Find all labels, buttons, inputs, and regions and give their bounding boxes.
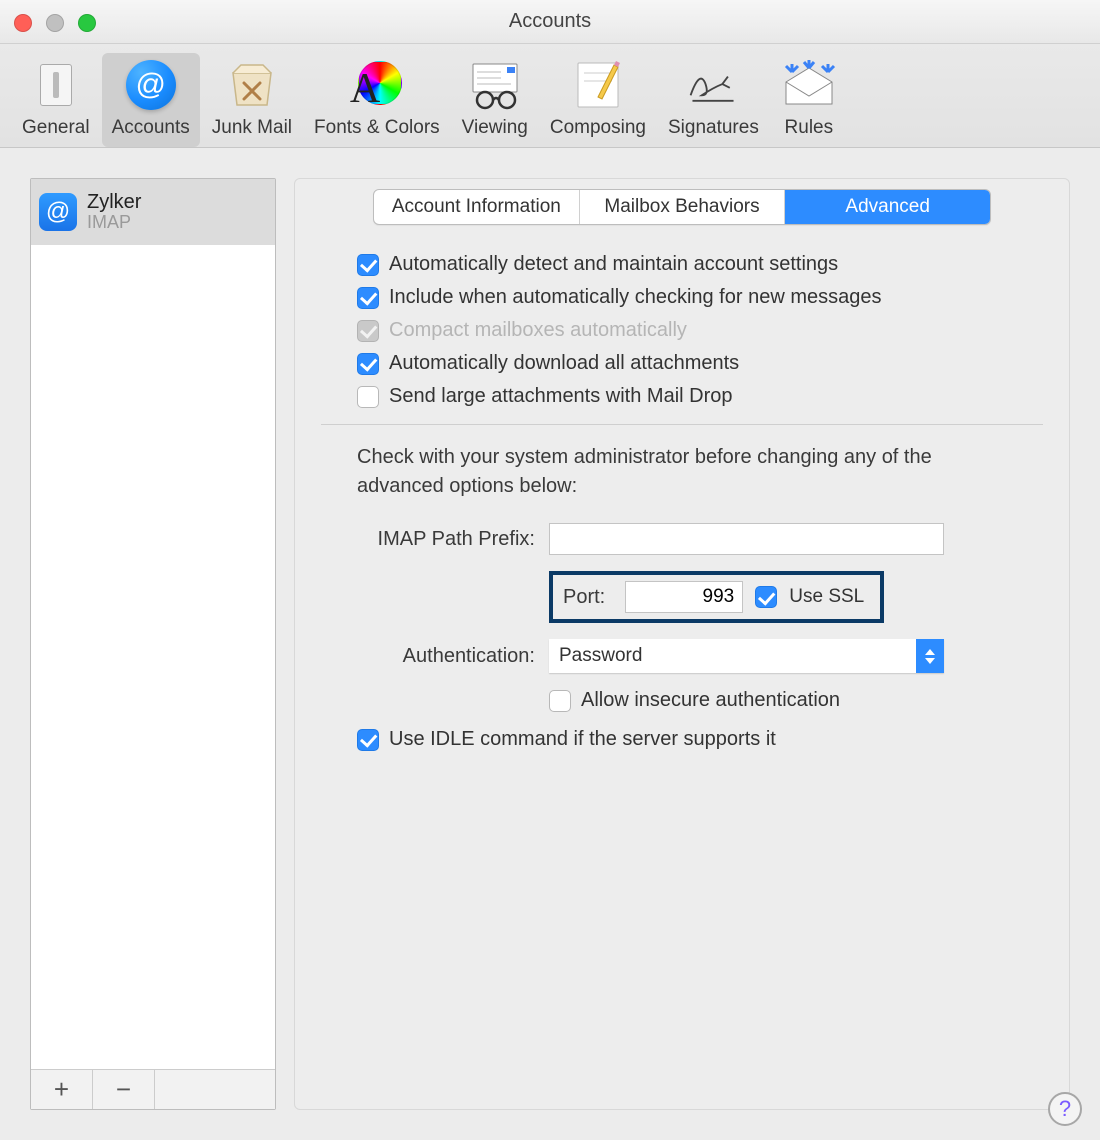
tab-account-information[interactable]: Account Information [374,190,580,224]
toolbar-label: Composing [550,117,646,139]
auto-detect-checkbox[interactable] [357,254,379,276]
toolbar-item-viewing[interactable]: Viewing [452,53,538,147]
port-highlight-box: Port: Use SSL [549,571,884,623]
toolbar-item-rules[interactable]: Rules [771,53,847,147]
authentication-select[interactable]: Password [549,639,944,673]
allow-insecure-checkbox[interactable] [549,690,571,712]
sidebar-footer-spacer [155,1070,275,1109]
toolbar-label: General [22,117,90,139]
use-idle-checkbox[interactable] [357,729,379,751]
fonts-colors-icon: A [352,61,402,111]
mail-drop-checkbox[interactable] [357,386,379,408]
toolbar-label: Accounts [112,117,190,139]
auto-detect-row: Automatically detect and maintain accoun… [357,253,1043,276]
compact-label: Compact mailboxes automatically [389,319,687,342]
use-ssl-label: Use SSL [789,586,864,608]
content-area: @ Zylker IMAP + − Account Information Ma… [0,148,1100,1140]
toolbar-label: Signatures [668,117,759,139]
minimize-window-button[interactable] [46,14,64,32]
include-check-label: Include when automatically checking for … [389,286,881,309]
toolbar-label: Rules [785,117,834,139]
toolbar-label: Viewing [462,117,528,139]
settings-panel: Account Information Mailbox Behaviors Ad… [294,178,1070,1110]
window-title: Accounts [0,10,1100,33]
help-button[interactable]: ? [1048,1092,1082,1126]
toolbar-label: Junk Mail [212,117,292,139]
toolbar-label: Fonts & Colors [314,117,440,139]
tab-mailbox-behaviors[interactable]: Mailbox Behaviors [580,190,786,224]
toolbar-item-junk-mail[interactable]: Junk Mail [202,53,302,147]
chevron-up-down-icon [916,639,944,673]
auto-detect-label: Automatically detect and maintain accoun… [389,253,838,276]
titlebar: Accounts [0,0,1100,44]
help-icon: ? [1059,1096,1071,1122]
mail-drop-row: Send large attachments with Mail Drop [357,385,1043,408]
advanced-note: Check with your system administrator bef… [357,443,977,501]
at-sign-icon: @ [39,193,77,231]
compact-row: Compact mailboxes automatically [357,319,1043,342]
plus-icon: + [54,1074,69,1105]
use-idle-label: Use IDLE command if the server supports … [389,728,776,751]
advanced-checkboxes: Automatically detect and maintain accoun… [321,253,1043,408]
minus-icon: − [116,1074,131,1105]
download-attachments-row: Automatically download all attachments [357,352,1043,375]
general-icon [28,59,84,111]
download-attachments-checkbox[interactable] [357,353,379,375]
authentication-label: Authentication: [321,645,549,668]
preferences-toolbar: General @ Accounts Junk Mail A Fonts & C… [0,44,1100,148]
close-window-button[interactable] [14,14,32,32]
imap-prefix-input[interactable] [549,523,944,555]
use-idle-row: Use IDLE command if the server supports … [357,728,1043,751]
toolbar-item-general[interactable]: General [12,53,100,147]
toolbar-item-accounts[interactable]: @ Accounts [102,53,200,147]
viewing-icon [467,59,523,111]
imap-prefix-label: IMAP Path Prefix: [321,528,549,551]
section-divider [321,424,1043,425]
add-account-button[interactable]: + [31,1070,93,1109]
junk-mail-icon [224,59,280,111]
advanced-form: IMAP Path Prefix: Port: Use SSL Authenti… [321,523,1043,712]
use-ssl-checkbox[interactable] [755,586,777,608]
port-label: Port: [563,586,613,609]
account-name: Zylker [87,191,141,213]
signatures-icon [685,59,741,111]
remove-account-button[interactable]: − [93,1070,155,1109]
include-check-row: Include when automatically checking for … [357,286,1043,309]
allow-insecure-label: Allow insecure authentication [581,689,840,712]
accounts-sidebar: @ Zylker IMAP + − [30,178,276,1110]
rules-icon [781,59,837,111]
port-input[interactable] [625,581,743,613]
zoom-window-button[interactable] [78,14,96,32]
mail-drop-label: Send large attachments with Mail Drop [389,385,733,408]
account-subtype: IMAP [87,213,141,233]
account-list-item[interactable]: @ Zylker IMAP [31,179,275,245]
authentication-value: Password [549,645,642,667]
composing-icon [570,59,626,111]
toolbar-item-signatures[interactable]: Signatures [658,53,769,147]
toolbar-item-composing[interactable]: Composing [540,53,656,147]
accounts-list-empty-area [31,245,275,1069]
accounts-icon: @ [123,59,179,111]
tab-advanced[interactable]: Advanced [785,190,990,224]
include-check-checkbox[interactable] [357,287,379,309]
settings-tabs: Account Information Mailbox Behaviors Ad… [373,189,991,225]
download-attachments-label: Automatically download all attachments [389,352,739,375]
window-controls [14,14,96,32]
sidebar-footer: + − [31,1069,275,1109]
compact-checkbox [357,320,379,342]
toolbar-item-fonts-colors[interactable]: A Fonts & Colors [304,55,450,147]
